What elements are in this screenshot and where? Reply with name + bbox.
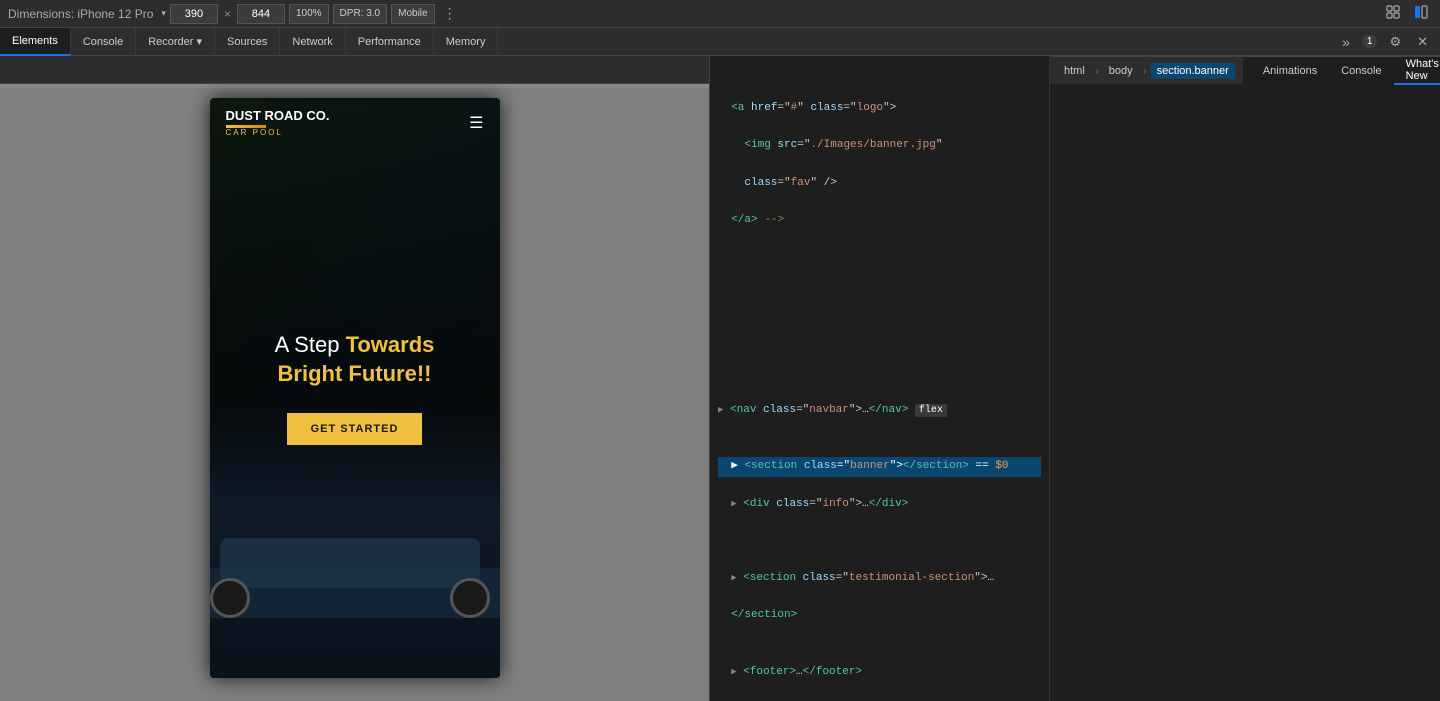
- whatsnew-label: What's New: [1406, 58, 1439, 82]
- height-input[interactable]: [237, 4, 285, 24]
- breadcrumb-bar: html › body › section.banner: [1050, 56, 1243, 84]
- breadcrumb-html[interactable]: html: [1058, 63, 1091, 79]
- dimensions-label: Dimensions: iPhone 12 Pro: [8, 7, 153, 21]
- settings-icon[interactable]: ⚙: [1385, 32, 1405, 52]
- close-devtools-icon[interactable]: ✕: [1413, 32, 1432, 52]
- phone-inner: DUST ROAD CO. CAR POOL ☰ A Step Towards: [210, 98, 500, 678]
- devtools-tabs: Elements Console Recorder ▾ Sources Netw…: [0, 28, 1440, 56]
- breadcrumb-sep-2: ›: [1143, 64, 1147, 78]
- width-input[interactable]: [170, 4, 218, 24]
- hero-text-1: A Step: [275, 332, 346, 357]
- panel-tab-console[interactable]: Console: [1329, 57, 1393, 85]
- panel-tab-animations[interactable]: Animations: [1251, 57, 1329, 85]
- devtools-inner-pane: <a href="#" class="logo"> <img src="./Im…: [710, 56, 1440, 701]
- dimension-separator: ×: [224, 7, 231, 21]
- breadcrumb-sep-1: ›: [1095, 64, 1099, 78]
- hero-text-2: Bright Future!!: [278, 361, 432, 386]
- preview-toolbar: [0, 56, 709, 84]
- main-content: DUST ROAD CO. CAR POOL ☰ A Step Towards: [0, 56, 1440, 701]
- zoom-button[interactable]: 100%: [289, 4, 329, 24]
- breadcrumb-section-banner[interactable]: section.banner: [1151, 63, 1235, 79]
- breadcrumb-body[interactable]: body: [1103, 63, 1139, 79]
- preview-pane: DUST ROAD CO. CAR POOL ☰ A Step Towards: [0, 56, 710, 701]
- panel-tab-whatsnew[interactable]: What's New ✕: [1394, 57, 1440, 85]
- devtools-panels: <a href="#" class="logo"> <img src="./Im…: [710, 56, 1440, 701]
- tab-memory[interactable]: Memory: [434, 28, 499, 56]
- dpr-button[interactable]: DPR: 3.0: [333, 4, 388, 24]
- html-code: <a href="#" class="logo"> <img src="./Im…: [710, 56, 1049, 701]
- notification-badge: 1: [1362, 35, 1378, 48]
- tab-sources[interactable]: Sources: [215, 28, 280, 56]
- tab-network[interactable]: Network: [280, 28, 345, 56]
- phone-frame: DUST ROAD CO. CAR POOL ☰ A Step Towards: [210, 98, 500, 678]
- hero-highlight: Towards: [346, 332, 435, 357]
- toggle-icon[interactable]: [1410, 3, 1432, 24]
- hero-text: A Step Towards Bright Future!!: [275, 331, 435, 388]
- get-started-button[interactable]: GET STARTED: [287, 413, 423, 445]
- html-panel[interactable]: <a href="#" class="logo"> <img src="./Im…: [710, 56, 1050, 701]
- top-bar: Dimensions: iPhone 12 Pro ▾ × 100% DPR: …: [0, 0, 1440, 28]
- device-arrow[interactable]: ▾: [161, 8, 166, 19]
- inspect-icon[interactable]: [1382, 3, 1404, 24]
- preview-content: DUST ROAD CO. CAR POOL ☰ A Step Towards: [0, 84, 709, 701]
- phone-hero: A Step Towards Bright Future!! GET START…: [210, 98, 500, 678]
- whatsnew-panel: Animations Console What's New ✕ Issues S…: [1243, 56, 1440, 84]
- tab-elements[interactable]: Elements: [0, 28, 71, 56]
- tab-performance[interactable]: Performance: [346, 28, 434, 56]
- tab-recorder[interactable]: Recorder ▾: [136, 28, 215, 56]
- tab-console[interactable]: Console: [71, 28, 136, 56]
- more-options-icon[interactable]: ⋮: [439, 5, 461, 22]
- devtools-more-icon[interactable]: »: [1338, 34, 1354, 50]
- devtools-more: » 1 ⚙ ✕: [1330, 32, 1440, 52]
- mobile-button[interactable]: Mobile: [391, 4, 434, 24]
